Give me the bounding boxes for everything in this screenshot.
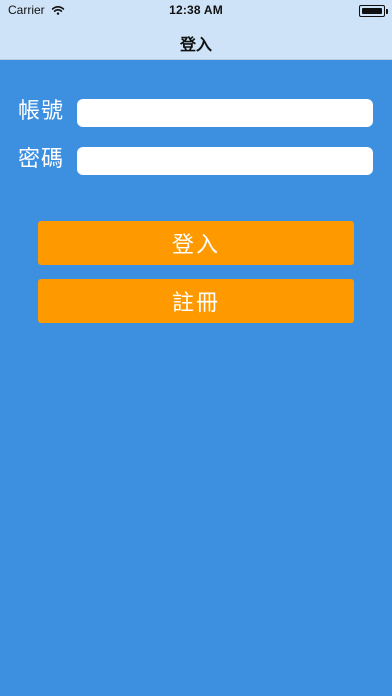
register-button[interactable]: 註冊	[38, 279, 354, 323]
battery-fill	[362, 8, 382, 14]
password-row: 密碼	[18, 145, 374, 175]
status-time: 12:38 AM	[169, 3, 223, 17]
page-title: 登入	[179, 35, 212, 54]
password-label: 密碼	[18, 147, 65, 172]
status-bar: Carrier 12:38 AM	[0, 0, 392, 20]
password-input[interactable]	[77, 147, 373, 175]
battery-icon	[359, 5, 388, 17]
account-input[interactable]	[77, 99, 373, 127]
login-button[interactable]: 登入	[38, 221, 354, 265]
top-bar: Carrier 12:38 AM 登入	[0, 0, 392, 60]
account-row: 帳號	[18, 97, 374, 127]
account-label: 帳號	[18, 99, 65, 124]
